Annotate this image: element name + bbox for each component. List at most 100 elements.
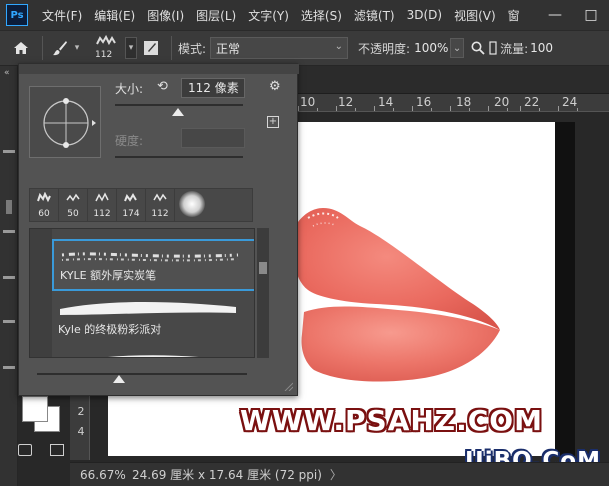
- flow-value: 100: [530, 41, 554, 55]
- list-scrollbar[interactable]: [257, 228, 269, 358]
- window-controls: — □: [537, 0, 609, 30]
- chevron-down-icon: ⌄: [334, 41, 344, 52]
- maximize-button[interactable]: □: [573, 0, 609, 30]
- brush-tool-icon[interactable]: [49, 39, 71, 57]
- screen-mode-icon[interactable]: [50, 444, 64, 456]
- ruler-label: 2: [77, 405, 85, 418]
- size-label: 大小:: [115, 82, 144, 96]
- brush-preset-item[interactable]: KYLE 额外厚实炭笔: [52, 239, 254, 291]
- brush-tip-icon: [124, 193, 137, 202]
- preview-size-slider-handle[interactable]: [113, 375, 125, 383]
- scrollbar-thumb[interactable]: [259, 262, 267, 274]
- soft-round-brush[interactable]: [175, 189, 209, 221]
- gear-icon[interactable]: ⚙: [269, 79, 281, 94]
- recent-brush[interactable]: 60: [30, 189, 59, 221]
- home-icon[interactable]: [6, 40, 36, 56]
- search-icon[interactable]: [468, 41, 488, 55]
- ruler-label: 22: [524, 95, 540, 109]
- menu-view[interactable]: 视图(V): [448, 7, 502, 24]
- brush-preset-item[interactable]: Kyle 的终极粉彩派对: [52, 291, 254, 343]
- ruler-label: 20: [494, 95, 510, 109]
- resize-grip-icon[interactable]: [283, 381, 293, 391]
- mode-select[interactable]: 正常 ⌄: [210, 37, 349, 59]
- recent-brush-size: 60: [38, 209, 50, 219]
- brush-tip-icon: [153, 193, 167, 202]
- brush-preset-item[interactable]: [52, 343, 254, 357]
- chevron-down-icon[interactable]: ▾: [125, 37, 137, 59]
- recent-brush[interactable]: 50: [59, 189, 88, 221]
- menu-edit[interactable]: 编辑(E): [88, 7, 141, 24]
- menu-type[interactable]: 文字(Y): [242, 7, 295, 24]
- tool-icon[interactable]: [6, 200, 12, 214]
- tool-icon[interactable]: [3, 150, 15, 153]
- brush-angle-roundness-control[interactable]: [29, 86, 101, 158]
- recent-brush[interactable]: 112: [146, 189, 175, 221]
- pressure-opacity-icon[interactable]: [488, 41, 498, 55]
- reset-size-icon[interactable]: ⟲: [157, 79, 168, 94]
- tool-icon[interactable]: [3, 366, 15, 369]
- separator: [171, 36, 172, 60]
- ruler-label: 14: [378, 95, 394, 109]
- tool-icon[interactable]: [3, 230, 15, 233]
- recent-brush[interactable]: 112: [88, 189, 117, 221]
- hardness-slider-track[interactable]: [115, 156, 243, 158]
- brush-preset-name: Kyle 的终极粉彩派对: [58, 323, 162, 336]
- color-swatches[interactable]: [22, 396, 62, 436]
- ruler-label: 18: [456, 95, 472, 109]
- mode-value: 正常: [216, 41, 241, 56]
- minimize-button[interactable]: —: [537, 0, 573, 30]
- panel-header: [19, 64, 299, 74]
- menu-select[interactable]: 选择(S): [295, 7, 348, 24]
- quick-mask-icon[interactable]: [18, 444, 32, 456]
- brush-size-picker[interactable]: 112: [89, 32, 125, 64]
- ruler-label: 16: [416, 95, 432, 109]
- status-bar: 66.67% 24.69 厘米 x 17.64 厘米 (72 ppi) 〉: [70, 462, 609, 486]
- chevron-down-icon[interactable]: ⌄: [450, 38, 465, 58]
- brush-size-value: 112: [95, 50, 113, 60]
- menu-window[interactable]: 窗: [502, 7, 526, 24]
- ruler-label: 12: [338, 95, 354, 109]
- size-slider-track[interactable]: [115, 104, 243, 106]
- opacity-label: 不透明度:: [358, 41, 411, 56]
- preview-size-slider-track[interactable]: [37, 373, 247, 375]
- recent-brush-size: 112: [151, 209, 169, 219]
- foreground-color-swatch[interactable]: [22, 396, 48, 422]
- chevron-down-icon[interactable]: ▾: [71, 43, 83, 53]
- brush-stroke-preview: [60, 302, 236, 315]
- brush-tip-icon: [96, 34, 116, 46]
- brush-tip-icon: [95, 192, 109, 202]
- menu-layer[interactable]: 图层(L): [190, 7, 242, 24]
- brush-tip-icon: [66, 193, 80, 202]
- watermark-text: WWW.PSAHZ.COM: [240, 404, 543, 437]
- separator: [42, 36, 43, 60]
- collapse-panel-icon[interactable]: «: [4, 68, 10, 78]
- bottom-tools: [16, 440, 68, 462]
- options-bar: ▾ 112 ▾ 模式: 正常 ⌄ 不透明度: 100% ⌄ 流量: 100: [0, 30, 609, 66]
- menu-file[interactable]: 文件(F): [36, 7, 88, 24]
- soft-round-brush-icon: [179, 191, 205, 217]
- brush-settings-panel-icon[interactable]: [137, 39, 165, 57]
- tools-panel: «: [0, 66, 18, 486]
- document-tab-bar: [298, 66, 609, 94]
- ruler-label: 4: [77, 425, 85, 438]
- tool-icon[interactable]: [3, 320, 15, 323]
- document-dimensions: 24.69 厘米 x 17.64 厘米 (72 ppi): [132, 468, 322, 482]
- size-input[interactable]: 112 像素: [181, 78, 245, 98]
- list-gutter: [30, 229, 52, 357]
- recent-brush[interactable]: 174: [117, 189, 146, 221]
- flow-field[interactable]: 100: [528, 37, 559, 59]
- hardness-input[interactable]: [181, 128, 245, 148]
- zoom-level[interactable]: 66.67%: [80, 468, 132, 482]
- menu-filter[interactable]: 滤镜(T): [348, 7, 401, 24]
- menu-3d[interactable]: 3D(D): [401, 8, 448, 22]
- status-menu-arrow[interactable]: 〉: [330, 466, 342, 483]
- brush-tip-icon: [37, 192, 51, 203]
- top-ruler: 10 12 14 16 18 20 22 24: [298, 94, 609, 112]
- tool-icon[interactable]: [3, 276, 15, 279]
- size-slider-handle[interactable]: [172, 108, 184, 116]
- recent-brushes: 60 50 112 174 112: [29, 188, 253, 222]
- new-preset-icon[interactable]: +: [267, 116, 279, 128]
- photoshop-logo: Ps: [6, 4, 28, 26]
- menu-image[interactable]: 图像(I): [141, 7, 190, 24]
- opacity-field[interactable]: 100%: [412, 37, 451, 59]
